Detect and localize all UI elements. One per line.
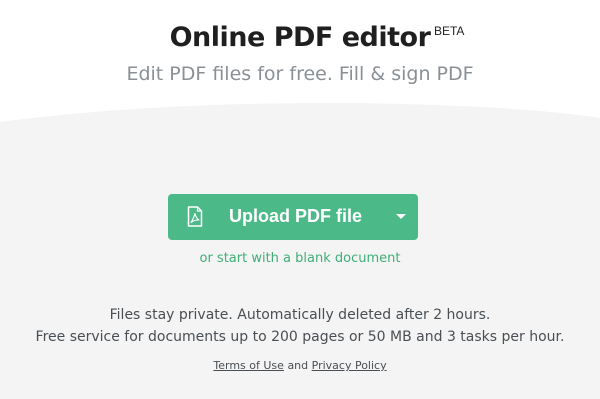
legal-links: Terms of Use and Privacy Policy: [0, 359, 600, 372]
caret-down-icon: [396, 214, 406, 219]
title-row: Online PDF editor BETA: [0, 22, 600, 53]
beta-badge: BETA: [433, 24, 465, 38]
upload-pdf-button[interactable]: Upload PDF file: [168, 194, 418, 240]
blank-document-link[interactable]: or start with a blank document: [200, 251, 401, 266]
pdf-file-icon: [187, 206, 203, 227]
upload-button-label: Upload PDF file: [229, 206, 363, 226]
privacy-policy-link[interactable]: Privacy Policy: [312, 359, 387, 372]
page-title-text: Online PDF editor: [169, 22, 431, 53]
legal-and-text: and: [287, 359, 309, 372]
blank-document-row: or start with a blank document: [0, 251, 600, 266]
limits-info: Free service for documents up to 200 pag…: [35, 329, 565, 345]
page-title: Online PDF editor BETA: [169, 22, 465, 53]
terms-of-use-link[interactable]: Terms of Use: [213, 359, 284, 372]
upload-options-dropdown[interactable]: [386, 194, 418, 240]
page-subtitle: Edit PDF files for free. Fill & sign PDF: [126, 63, 474, 85]
upload-pdf-main[interactable]: Upload PDF file: [168, 194, 386, 240]
privacy-info: Files stay private. Automatically delete…: [109, 307, 491, 323]
page: Online PDF editor BETA Edit PDF files fo…: [0, 0, 600, 399]
